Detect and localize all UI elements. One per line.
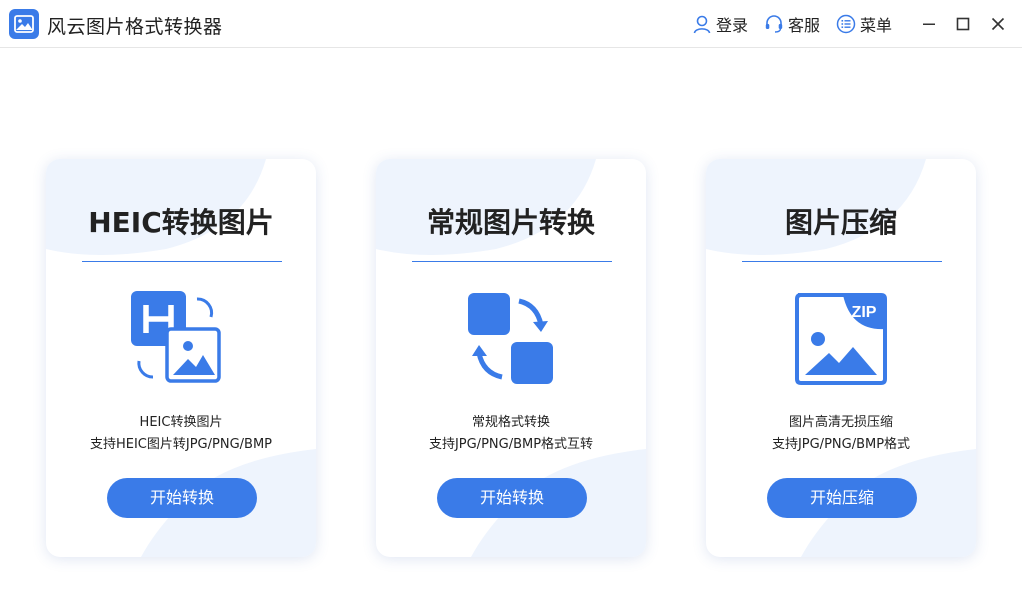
user-icon: [693, 15, 711, 34]
close-icon: [991, 17, 1005, 31]
login-label: 登录: [716, 16, 749, 35]
card-description-line2: 支持JPG/PNG/BMP格式: [771, 437, 911, 452]
start-compress-button[interactable]: 开始压缩: [767, 478, 917, 518]
app-title: 风云图片格式转换器: [47, 16, 223, 38]
customer-service-button[interactable]: 客服: [764, 12, 820, 36]
card-description-line1: 常规格式转换: [471, 415, 550, 430]
maximize-button[interactable]: [949, 10, 977, 38]
card-title: HEIC转换图片: [88, 206, 274, 239]
close-button[interactable]: [984, 10, 1012, 38]
format-convert-card[interactable]: 常规图片转换 常规格式转换 支持JPG/PNG/BMP格式互转 开始转换: [376, 159, 646, 557]
headset-icon: [765, 15, 783, 33]
login-button[interactable]: 登录: [692, 12, 748, 36]
title-divider: [82, 261, 282, 262]
card-title: 图片压缩: [784, 206, 897, 239]
customer-service-label: 客服: [788, 16, 821, 35]
zip-compress-icon: ZIP: [795, 293, 887, 385]
zip-label: ZIP: [852, 304, 877, 321]
heic-convert-card[interactable]: HEIC转换图片 HEIC转换图片 支持HEIC图片转JPG/PNG/BMP 开…: [46, 159, 316, 557]
card-description-line2: 支持HEIC图片转JPG/PNG/BMP: [89, 437, 273, 452]
image-compress-card[interactable]: 图片压缩 ZIP 图片高清无损压缩 支持JPG/PNG/BMP格式 开始压缩: [706, 159, 976, 557]
menu-icon: [836, 14, 856, 34]
title-divider: [412, 261, 612, 262]
menu-button[interactable]: 菜单: [836, 12, 892, 36]
start-convert-button[interactable]: 开始转换: [107, 478, 257, 518]
image-app-icon: [9, 9, 39, 39]
minimize-button[interactable]: [915, 10, 943, 38]
maximize-icon: [956, 17, 970, 31]
format-convert-icon: [468, 293, 553, 384]
card-description-line1: HEIC转换图片: [139, 415, 223, 430]
start-convert-button[interactable]: 开始转换: [437, 478, 587, 518]
title-divider: [742, 261, 942, 262]
card-title: 常规图片转换: [426, 206, 595, 239]
heic-to-image-icon: [131, 291, 221, 383]
menu-label: 菜单: [860, 16, 893, 35]
card-description-line1: 图片高清无损压缩: [788, 415, 893, 430]
card-description-line2: 支持JPG/PNG/BMP格式互转: [428, 437, 594, 452]
minimize-icon: [923, 23, 935, 25]
title-bar: 风云图片格式转换器 登录 客服 菜单: [0, 0, 1022, 48]
